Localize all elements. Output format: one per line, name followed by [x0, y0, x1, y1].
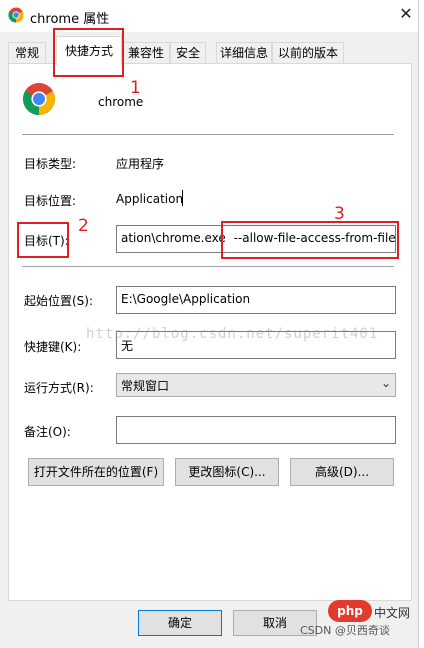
target-type-value: 应用程序: [116, 157, 165, 171]
separator: [22, 266, 394, 267]
comment-input[interactable]: [116, 416, 396, 444]
tab-compatibility[interactable]: 兼容性: [122, 42, 170, 64]
annotation-number-3: 3: [334, 204, 345, 224]
tab-details[interactable]: 详细信息: [216, 42, 272, 64]
tab-shortcut[interactable]: 快捷方式: [56, 36, 122, 65]
target-location-label: 目标位置:: [24, 194, 77, 208]
php-logo: php: [328, 600, 372, 622]
ok-button[interactable]: 确定: [138, 610, 222, 636]
close-icon[interactable]: ✕: [396, 4, 416, 24]
open-file-location-button[interactable]: 打开文件所在的位置(F): [28, 458, 164, 486]
tab-general[interactable]: 常规: [8, 42, 46, 64]
run-select[interactable]: 常规窗口 ⌄: [116, 373, 396, 397]
start-in-label: 起始位置(S):: [24, 294, 94, 308]
annotation-number-2: 2: [78, 216, 89, 236]
tab-security[interactable]: 安全: [170, 42, 206, 64]
separator: [22, 134, 394, 135]
run-label: 运行方式(R):: [24, 381, 94, 395]
csdn-watermark: CSDN @贝西奇谈: [300, 624, 390, 637]
blog-watermark: http://blog.csdn.net/superit401: [86, 326, 379, 342]
text-caret: [182, 190, 183, 206]
annotation-box-2: [17, 222, 69, 258]
annotation-box-3: [221, 221, 399, 259]
target-type-label: 目标类型:: [24, 157, 77, 171]
advanced-button[interactable]: 高级(D)...: [290, 458, 394, 486]
target-path-text: ation\chrome.exe: [121, 231, 226, 245]
chevron-down-icon: ⌄: [380, 376, 391, 390]
start-in-input[interactable]: E:\Google\Application: [116, 286, 396, 314]
hotkey-label: 快捷键(K):: [24, 340, 82, 354]
php-cn-label: 中文网: [374, 606, 411, 620]
window-title: chrome 属性: [30, 12, 110, 27]
run-select-value: 常规窗口: [121, 379, 170, 393]
background-window-edge: [418, 0, 424, 648]
chrome-icon: [8, 7, 24, 23]
annotation-number-1: 1: [130, 78, 141, 98]
change-icon-button[interactable]: 更改图标(C)...: [175, 458, 279, 486]
comment-label: 备注(O):: [24, 425, 71, 439]
target-location-value: Application: [116, 192, 184, 206]
tab-previous-versions[interactable]: 以前的版本: [272, 42, 344, 64]
chrome-app-icon: [22, 83, 56, 115]
